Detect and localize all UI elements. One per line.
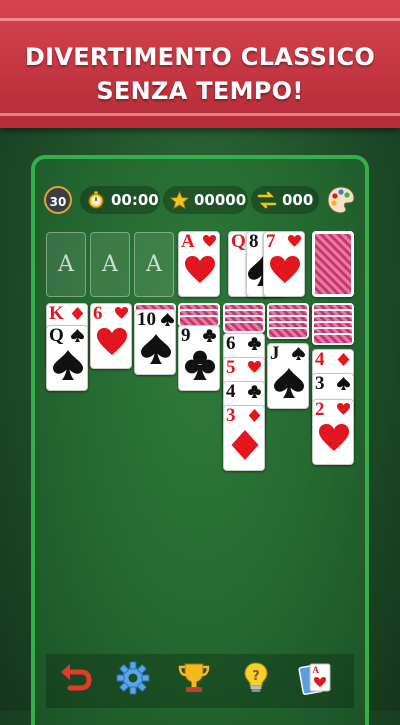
svg-text:?: ? (252, 669, 260, 684)
spade-icon (53, 350, 83, 380)
hint-bulb-icon[interactable]: ? (238, 660, 274, 696)
spade-icon (141, 334, 171, 364)
spade-icon (292, 347, 305, 360)
undo-icon[interactable] (58, 660, 94, 696)
foundation-slot-3[interactable]: A (134, 232, 174, 297)
tableau-card-ten-of-spades[interactable]: 10 (134, 309, 176, 375)
foundation-ace-of-hearts[interactable]: A (178, 231, 220, 297)
spade-icon (337, 377, 350, 390)
foundation-slot-2[interactable]: A (90, 232, 130, 297)
spade-icon (71, 329, 84, 342)
timer-value: 00:00 (111, 191, 159, 209)
club-icon (248, 337, 261, 350)
diamond-icon (248, 409, 261, 422)
tableau-card-jack-of-spades[interactable]: J (267, 343, 309, 409)
new-game-cards-icon[interactable]: A (298, 660, 334, 696)
face-down-card (267, 327, 309, 339)
tableau-card-two-of-hearts[interactable]: 2 (312, 399, 354, 465)
tableau-card-nine-of-clubs[interactable]: 9 (178, 325, 220, 391)
moves-value: 000 (282, 191, 314, 209)
heart-icon (248, 361, 261, 374)
moves-arrows-icon (257, 190, 277, 210)
heart-icon (288, 235, 301, 248)
theme-palette-icon[interactable] (326, 185, 356, 215)
heart-icon (270, 256, 300, 286)
svg-text:A: A (313, 665, 320, 675)
face-down-card (223, 321, 265, 333)
stock-pile[interactable] (312, 231, 354, 297)
heart-icon (97, 328, 127, 358)
heart-icon (337, 403, 350, 416)
trophy-icon[interactable] (176, 660, 212, 696)
heart-icon (319, 424, 349, 454)
diamond-icon (337, 353, 350, 366)
star-icon (169, 190, 189, 210)
banner-headline-line-1: DIVERTIMENTO CLASSICO (24, 43, 376, 71)
banner-headline-line-2: SENZA TEMPO! (96, 77, 304, 105)
stopwatch-icon (86, 190, 106, 210)
foundation-slot-1[interactable]: A (46, 232, 86, 297)
tableau-card-six-of-hearts[interactable]: 6 (90, 303, 132, 369)
tableau-card-three-of-diamonds[interactable]: 3 (223, 405, 265, 471)
heart-icon (115, 307, 128, 320)
club-icon (248, 385, 261, 398)
heart-icon (203, 235, 216, 248)
face-down-card (312, 333, 354, 345)
score-display: 00000 (163, 186, 248, 214)
score-value: 00000 (194, 191, 247, 209)
diamond-icon (230, 430, 260, 460)
level-badge: 30 (44, 186, 72, 214)
moves-display: 000 (251, 186, 319, 214)
settings-gear-icon[interactable] (115, 660, 151, 696)
club-icon (185, 350, 215, 380)
heart-icon (185, 256, 215, 286)
spade-icon (161, 313, 174, 326)
tableau-card-queen-of-spades[interactable]: Q (46, 325, 88, 391)
diamond-icon (71, 307, 84, 320)
waste-card-seven-of-hearts[interactable]: 7 (263, 231, 305, 297)
spade-icon (274, 368, 304, 398)
club-icon (203, 329, 216, 342)
timer-display: 00:00 (80, 186, 160, 214)
